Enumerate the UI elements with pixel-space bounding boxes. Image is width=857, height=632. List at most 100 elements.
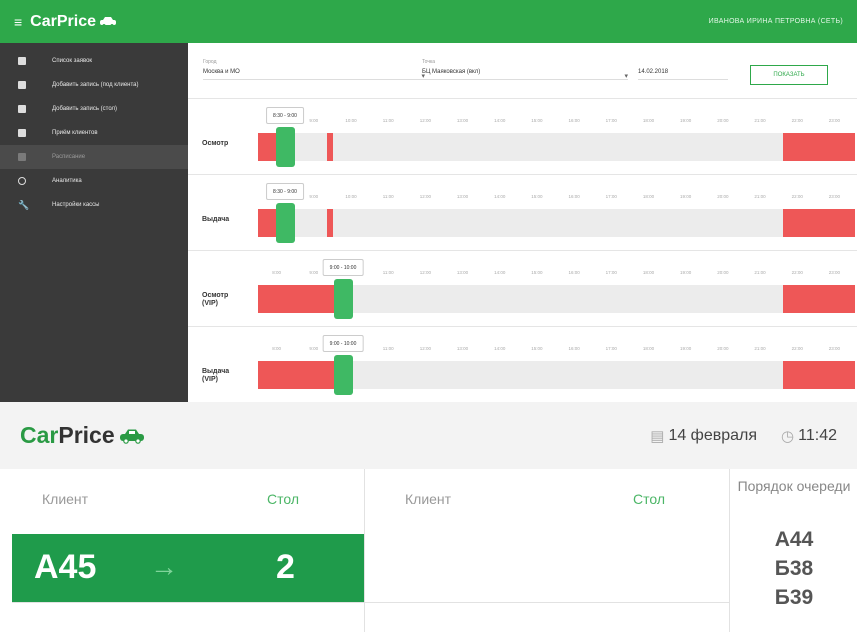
active-client-code: A45: [34, 548, 97, 586]
carprice-logo[interactable]: Car Price: [30, 13, 117, 31]
time-tick: 9:00: [309, 346, 319, 351]
lane-inspection: Осмотр 8:009:0010:0011:0012:0013:0014:00…: [188, 98, 857, 174]
board-grid: Клиент Стол A45 → 2 Клиент Стол Порядок …: [0, 469, 857, 632]
logo-car-text: Car: [20, 422, 59, 448]
add-icon: [18, 105, 26, 113]
slot-handle[interactable]: [276, 203, 295, 243]
filters-bar: Город Москва и МО ▾ Точка БЦ Маяковская …: [188, 43, 857, 98]
busy-slot: [258, 285, 338, 313]
busy-slot: [327, 209, 333, 237]
carprice-logo: Car Price: [20, 422, 145, 449]
lane-track[interactable]: 9:00 - 10:00: [258, 259, 855, 319]
sidebar-item-label: Добавить запись (стол): [52, 106, 118, 112]
time-tick: 10:00: [345, 194, 357, 199]
time-tick: 22:00: [791, 194, 803, 199]
column-active: Клиент Стол A45 → 2: [12, 469, 364, 632]
time-tick: 17:00: [605, 270, 617, 275]
lane-name: Осмотр (VIP): [202, 292, 229, 307]
branch-select[interactable]: Точка БЦ Маяковская (вкл) ▾: [422, 59, 628, 80]
lane-track[interactable]: 8:30 - 9:00: [258, 183, 855, 243]
sidebar-item-label: Расписание: [52, 154, 86, 160]
busy-slot: [258, 361, 338, 389]
city-select[interactable]: Город Москва и МО ▾: [203, 59, 425, 80]
header-table: Стол: [267, 491, 300, 507]
time-tick: 17:00: [605, 118, 617, 123]
board-meta: ▤ 14 февраля ◷ 11:42: [650, 427, 837, 445]
wrench-icon: 🔧: [18, 200, 30, 210]
time-tick: 21:00: [754, 118, 766, 123]
lane-name: Выдача: [202, 216, 230, 223]
time-tick: 16:00: [568, 118, 580, 123]
time-tick: 21:00: [754, 346, 766, 351]
calendar-icon: [18, 153, 26, 161]
lane-inspection-vip: Осмотр (VIP) 8:009:0010:0011:0012:0013:0…: [188, 250, 857, 326]
time-tick: 13:00: [456, 118, 469, 123]
clock-icon: ◷: [781, 427, 795, 445]
show-button[interactable]: ПОКАЗАТЬ: [750, 65, 828, 85]
queue-item: A44: [774, 528, 814, 551]
time-tick: 15:00: [531, 270, 543, 275]
time-tick: 15:00: [531, 118, 543, 123]
time-tick: 13:00: [456, 346, 469, 351]
list-icon: [18, 57, 26, 65]
sidebar-item-analytics[interactable]: Аналитика: [0, 169, 188, 193]
time-tick: 11:00: [382, 346, 394, 351]
sidebar-item-add-client[interactable]: Добавить запись (под клиента): [0, 73, 188, 97]
schedule-main: Город Москва и МО ▾ Точка БЦ Маяковская …: [188, 43, 857, 402]
slot-handle[interactable]: [334, 279, 353, 319]
lane-name: Осмотр: [202, 140, 229, 147]
busy-slot: [783, 361, 855, 389]
column-header: Клиент Стол: [12, 469, 364, 534]
time-tick: 20:00: [717, 194, 729, 199]
city-label: Город: [203, 59, 217, 65]
time-tick: 9:00: [309, 118, 319, 123]
time-tick: 16:00: [568, 346, 580, 351]
sidebar-item-schedule[interactable]: Расписание: [0, 145, 188, 169]
lane-track[interactable]: 9:00 - 10:00: [258, 335, 855, 395]
row-divider: [12, 602, 364, 603]
time-tick: 9:00: [309, 270, 319, 275]
active-row: A45 → 2: [12, 534, 364, 602]
time-tick: 20:00: [717, 270, 729, 275]
active-table-number: 2: [276, 548, 295, 586]
header-client: Клиент: [405, 491, 452, 507]
busy-slot: [783, 285, 855, 313]
date-field[interactable]: 14.02.2018: [638, 59, 728, 80]
time-ticks: 8:009:0010:0011:0012:0013:0014:0015:0016…: [258, 194, 853, 204]
sidebar-item-label: Добавить запись (под клиента): [52, 82, 139, 88]
slot-tooltip: 8:30 - 9:00: [266, 183, 304, 200]
sidebar-item-add-table[interactable]: Добавить запись (стол): [0, 97, 188, 121]
time-tick: 17:00: [605, 346, 617, 351]
board-date: 14 февраля: [668, 426, 758, 444]
sidebar-item-label: Список заявок: [52, 58, 93, 64]
sidebar-item-requests[interactable]: Список заявок: [0, 49, 188, 73]
board-time: 11:42: [798, 426, 837, 444]
time-tick: 14:00: [494, 194, 506, 199]
add-icon: [18, 81, 26, 89]
car-icon: [100, 17, 116, 27]
sidebar-item-reception[interactable]: Приём клиентов: [0, 121, 188, 145]
time-tick: 12:00: [419, 118, 431, 123]
menu-icon[interactable]: ≡: [14, 14, 22, 30]
slot-handle[interactable]: [334, 355, 353, 395]
time-tick: 20:00: [717, 118, 729, 123]
user-icon: [18, 129, 26, 137]
time-tick: 18:00: [642, 118, 655, 123]
user-name[interactable]: ИВАНОВА ИРИНА ПЕТРОВНА (СЕТЬ): [709, 18, 843, 25]
time-tick: 10:00: [345, 118, 357, 123]
time-tick: 15:00: [531, 346, 543, 351]
header-table: Стол: [633, 491, 666, 507]
sidebar-item-label: Аналитика: [52, 178, 82, 184]
time-tick: 11:00: [382, 270, 394, 275]
time-tick: 17:00: [605, 194, 617, 199]
time-tick: 12:00: [419, 194, 431, 199]
queue-item: Б39: [774, 586, 814, 609]
lane-track[interactable]: 8:30 - 9:00: [258, 107, 855, 167]
column-queue: Порядок очереди A44 Б38 Б39: [729, 469, 857, 632]
lane-handover-vip: Выдача (VIP) 8:009:0010:0011:0012:0013:0…: [188, 326, 857, 402]
time-tick: 19:00: [680, 118, 692, 123]
sidebar-item-settings[interactable]: 🔧 Настройки кассы: [0, 193, 188, 217]
busy-slot: [783, 209, 855, 237]
slot-handle[interactable]: [276, 127, 295, 167]
time-tick: 23:00: [828, 270, 841, 275]
